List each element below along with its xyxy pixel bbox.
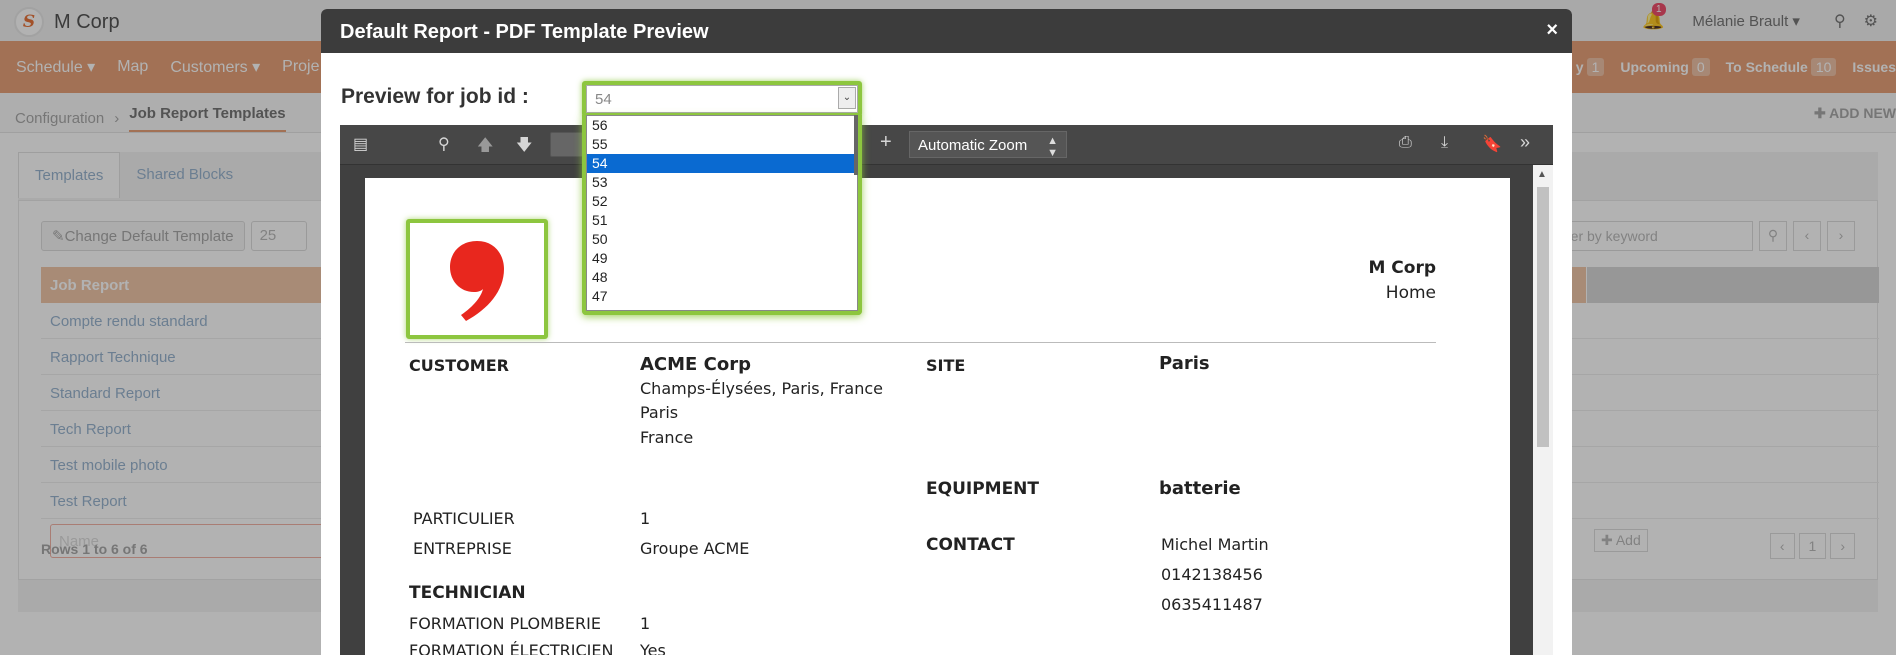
download-icon[interactable]: ⤓ [1441, 134, 1448, 152]
print-icon[interactable]: ⎙ [1399, 134, 1412, 152]
formation-electricien-value: Yes [640, 641, 666, 655]
company-line2: Home [1385, 283, 1436, 303]
pdf-scrollbar[interactable]: ▲ [1533, 165, 1553, 655]
divider [405, 342, 1436, 343]
job-id-option[interactable]: 53 [587, 173, 857, 192]
job-id-option[interactable]: 47 [587, 287, 857, 306]
sidebar-toggle-icon[interactable]: ▤ [353, 134, 368, 154]
zoom-select[interactable]: Automatic Zoom ▲ ▼ [909, 131, 1067, 159]
contact-phone-1: 0142138456 [1161, 565, 1263, 584]
search-icon[interactable]: ⚲ [438, 134, 450, 154]
zoom-in-icon[interactable]: + [880, 131, 892, 154]
particulier-label: PARTICULIER [413, 509, 515, 528]
company-block: M Corp Home [1368, 258, 1436, 303]
site-value: Paris [1159, 353, 1210, 374]
job-id-option[interactable]: 55 [587, 135, 857, 154]
contact-name: Michel Martin [1161, 535, 1269, 554]
customer-name: ACME Corp [640, 354, 751, 375]
job-id-select[interactable]: 54 ⌄ [582, 81, 862, 117]
contact-label: CONTACT [926, 535, 1015, 555]
scrollbar-thumb[interactable] [1537, 187, 1549, 447]
customer-label: CUSTOMER [409, 356, 509, 375]
job-id-option[interactable]: 52 [587, 192, 857, 211]
modal-header: Default Report - PDF Template Preview × [321, 9, 1572, 53]
updown-icon: ▲ ▼ [1047, 135, 1058, 159]
formation-plomberie-value: 1 [640, 614, 651, 633]
job-id-option-selected[interactable]: 54 [587, 154, 857, 173]
scroll-up-icon[interactable]: ▲ [1537, 169, 1547, 180]
equipment-label: EQUIPMENT [926, 479, 1040, 499]
company-name: M Corp [1368, 258, 1436, 278]
tools-icon[interactable]: » [1520, 132, 1530, 153]
customer-address-line2: Paris [640, 403, 679, 422]
job-id-option[interactable]: 50 [587, 230, 857, 249]
job-id-select-value[interactable]: 54 [586, 85, 858, 113]
zoom-value: Automatic Zoom [918, 137, 1028, 154]
entreprise-label: ENTREPRISE [413, 539, 512, 558]
formation-electricien-label: FORMATION ÉLECTRICIEN [409, 641, 614, 655]
particulier-value: 1 [640, 509, 651, 528]
preview-label: Preview for job id : [341, 85, 529, 108]
job-id-option[interactable]: 48 [587, 268, 857, 287]
bookmark-icon[interactable]: 🔖 [1482, 134, 1502, 154]
dropdown-scrollbar[interactable] [854, 115, 858, 175]
arrow-up-icon[interactable]: 🡅 [477, 134, 493, 161]
job-id-option[interactable]: 51 [587, 211, 857, 230]
arrow-down-icon[interactable]: 🡇 [516, 134, 532, 161]
equipment-value: batterie [1159, 478, 1241, 499]
close-icon[interactable]: × [1546, 19, 1558, 42]
company-logo [406, 219, 548, 339]
formation-plomberie-label: FORMATION PLOMBERIE [409, 614, 601, 633]
pdf-page: M Corp Home CUSTOMER ACME Corp Champs-Él… [365, 178, 1510, 655]
customer-address-line3: France [640, 428, 694, 447]
customer-address-line1: Champs-Élysées, Paris, France [640, 379, 883, 398]
pdf-preview-modal: Default Report - PDF Template Preview × … [321, 9, 1572, 655]
pdf-toolbar: ▤ ⚲ 🡅 🡇 + Automatic Zoom ▲ ▼ ⎙ ⤓ 🔖 » [340, 125, 1553, 165]
modal-title: Default Report - PDF Template Preview [340, 21, 709, 43]
entreprise-value: Groupe ACME [640, 539, 750, 558]
chevron-down-icon[interactable]: ⌄ [838, 87, 856, 109]
job-id-option[interactable]: 49 [587, 249, 857, 268]
contact-phone-2: 0635411487 [1161, 595, 1263, 614]
logo-comma-icon [450, 241, 504, 321]
job-id-option-list: 56 55 54 53 52 51 50 49 48 47 [586, 115, 858, 311]
job-id-dropdown: 56 55 54 53 52 51 50 49 48 47 [582, 115, 862, 315]
job-id-option[interactable]: 56 [587, 116, 857, 135]
site-label: SITE [926, 356, 966, 375]
pdf-viewer: ▤ ⚲ 🡅 🡇 + Automatic Zoom ▲ ▼ ⎙ ⤓ 🔖 » M Cor… [340, 125, 1553, 655]
technician-label: TECHNICIAN [409, 583, 526, 603]
